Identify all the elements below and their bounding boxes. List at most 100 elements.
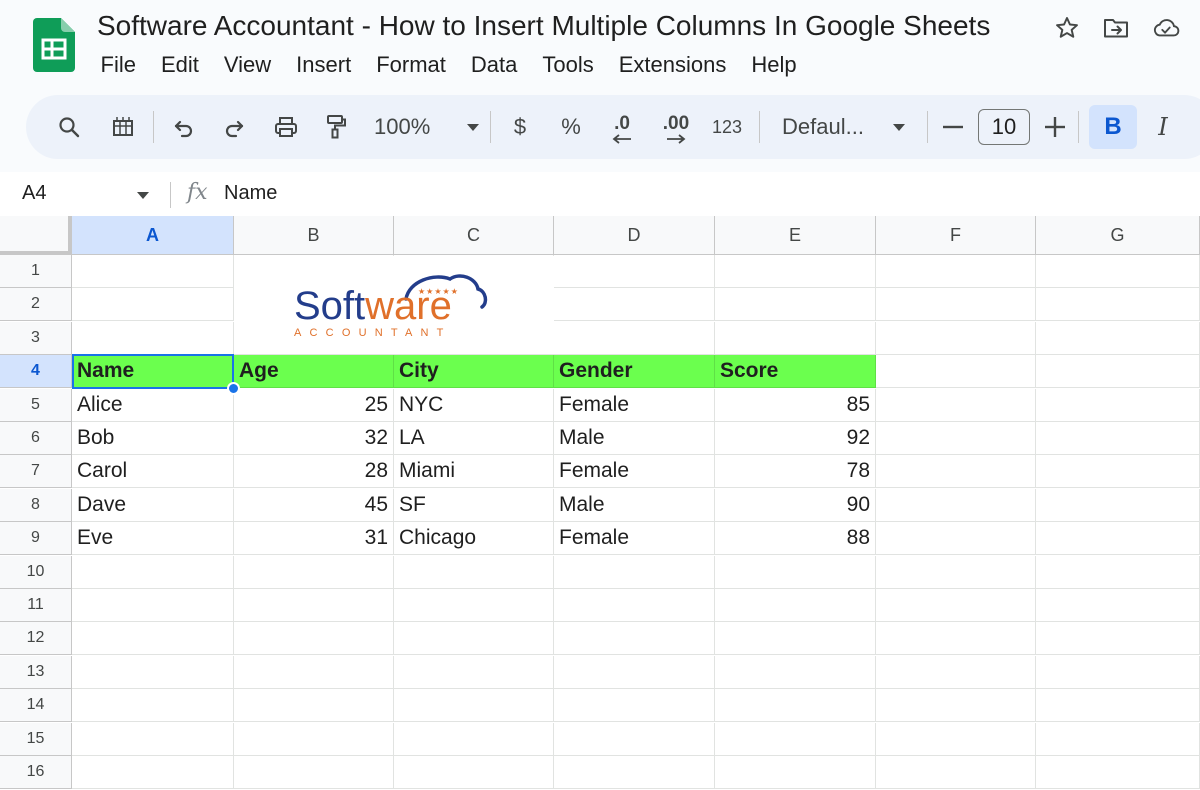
cell-a14[interactable] [72,689,234,723]
cloud-saved-icon[interactable] [1152,14,1180,42]
column-header-g[interactable]: G [1036,216,1200,255]
cell-f11[interactable] [876,589,1036,622]
font-select[interactable]: Defaul... [782,95,906,159]
cell-a11[interactable] [72,589,234,622]
cell-e13[interactable] [715,655,876,689]
column-header-e[interactable]: E [715,216,876,255]
cell-a12[interactable] [72,622,234,656]
cell-c13[interactable] [394,655,554,689]
cell-g6[interactable] [1036,422,1200,455]
cell-g11[interactable] [1036,589,1200,622]
cell-c8[interactable]: SF [394,488,554,522]
cell-d7[interactable]: Female [554,455,715,489]
cell-d13[interactable] [554,655,715,689]
row-header-1[interactable]: 1 [0,255,72,288]
cell-f7[interactable] [876,455,1036,489]
cell-e8[interactable]: 90 [715,488,876,522]
cell-g4[interactable] [1036,355,1200,389]
column-header-f[interactable]: F [876,216,1036,255]
cell-e5[interactable]: 85 [715,388,876,422]
cell-d16[interactable] [554,756,715,789]
row-header-11[interactable]: 11 [0,589,72,622]
row-header-9[interactable]: 9 [0,522,72,556]
cell-g14[interactable] [1036,689,1200,723]
cell-d4[interactable]: Gender [554,355,715,389]
cell-d15[interactable] [554,722,715,756]
cell-f14[interactable] [876,689,1036,723]
column-header-c[interactable]: C [394,216,554,255]
cell-e1[interactable] [715,255,876,288]
cell-a2[interactable] [72,288,234,322]
cell-g7[interactable] [1036,455,1200,489]
cell-a13[interactable] [72,655,234,689]
cell-d10[interactable] [554,555,715,589]
print-icon[interactable] [270,95,302,159]
cell-g13[interactable] [1036,655,1200,689]
fill-handle[interactable] [227,382,240,395]
cell-c9[interactable]: Chicago [394,522,554,556]
undo-icon[interactable] [169,95,199,159]
cell-a4[interactable]: Name [72,355,234,389]
cell-c7[interactable]: Miami [394,455,554,489]
cell-a15[interactable] [72,722,234,756]
document-title[interactable]: Software Accountant - How to Insert Mult… [97,8,990,44]
cell-d12[interactable] [554,622,715,656]
cell-b14[interactable] [234,689,394,723]
cell-g3[interactable] [1036,321,1200,355]
tab-options-icon[interactable] [108,95,138,159]
cell-f1[interactable] [876,255,1036,288]
row-header-13[interactable]: 13 [0,655,72,689]
row-header-15[interactable]: 15 [0,722,72,756]
italic-button[interactable]: I [1150,95,1176,159]
cell-g12[interactable] [1036,622,1200,656]
menu-extensions[interactable]: Extensions [606,49,739,81]
move-folder-icon[interactable] [1102,14,1130,42]
cell-d9[interactable]: Female [554,522,715,556]
cell-g10[interactable] [1036,555,1200,589]
menu-view[interactable]: View [211,49,283,81]
cell-f16[interactable] [876,756,1036,789]
menu-help[interactable]: Help [739,49,809,81]
cell-c15[interactable] [394,722,554,756]
cell-b9[interactable]: 31 [234,522,394,556]
cell-f6[interactable] [876,422,1036,455]
menu-format[interactable]: Format [364,49,459,81]
star-icon[interactable] [1053,14,1081,42]
cell-b11[interactable] [234,589,394,622]
cell-f15[interactable] [876,722,1036,756]
cell-b16[interactable] [234,756,394,789]
cell-c11[interactable] [394,589,554,622]
cell-f2[interactable] [876,288,1036,322]
cell-c12[interactable] [394,622,554,656]
row-header-3[interactable]: 3 [0,321,72,355]
bold-button[interactable]: B [1089,105,1137,149]
cell-c5[interactable]: NYC [394,388,554,422]
cell-d5[interactable]: Female [554,388,715,422]
cell-d11[interactable] [554,589,715,622]
cell-a9[interactable]: Eve [72,522,234,556]
cell-d6[interactable]: Male [554,422,715,455]
row-header-4[interactable]: 4 [0,355,72,389]
row-header-16[interactable]: 16 [0,756,72,789]
cell-e2[interactable] [715,288,876,322]
row-header-5[interactable]: 5 [0,388,72,422]
cell-b15[interactable] [234,722,394,756]
cell-e6[interactable]: 92 [715,422,876,455]
cell-b13[interactable] [234,655,394,689]
cell-a6[interactable]: Bob [72,422,234,455]
cell-f9[interactable] [876,522,1036,556]
menu-data[interactable]: Data [458,49,529,81]
cell-e10[interactable] [715,555,876,589]
cell-b12[interactable] [234,622,394,656]
zoom-select[interactable]: 100% [374,95,480,159]
row-header-10[interactable]: 10 [0,555,72,589]
cell-c14[interactable] [394,689,554,723]
cell-g9[interactable] [1036,522,1200,556]
increase-decimal-button[interactable]: .00 [656,95,696,159]
decrease-font-size-icon[interactable] [940,95,966,159]
redo-icon[interactable] [219,95,249,159]
cell-e3[interactable] [715,321,876,355]
cell-g16[interactable] [1036,756,1200,789]
cell-b6[interactable]: 32 [234,422,394,455]
cell-g2[interactable] [1036,288,1200,322]
